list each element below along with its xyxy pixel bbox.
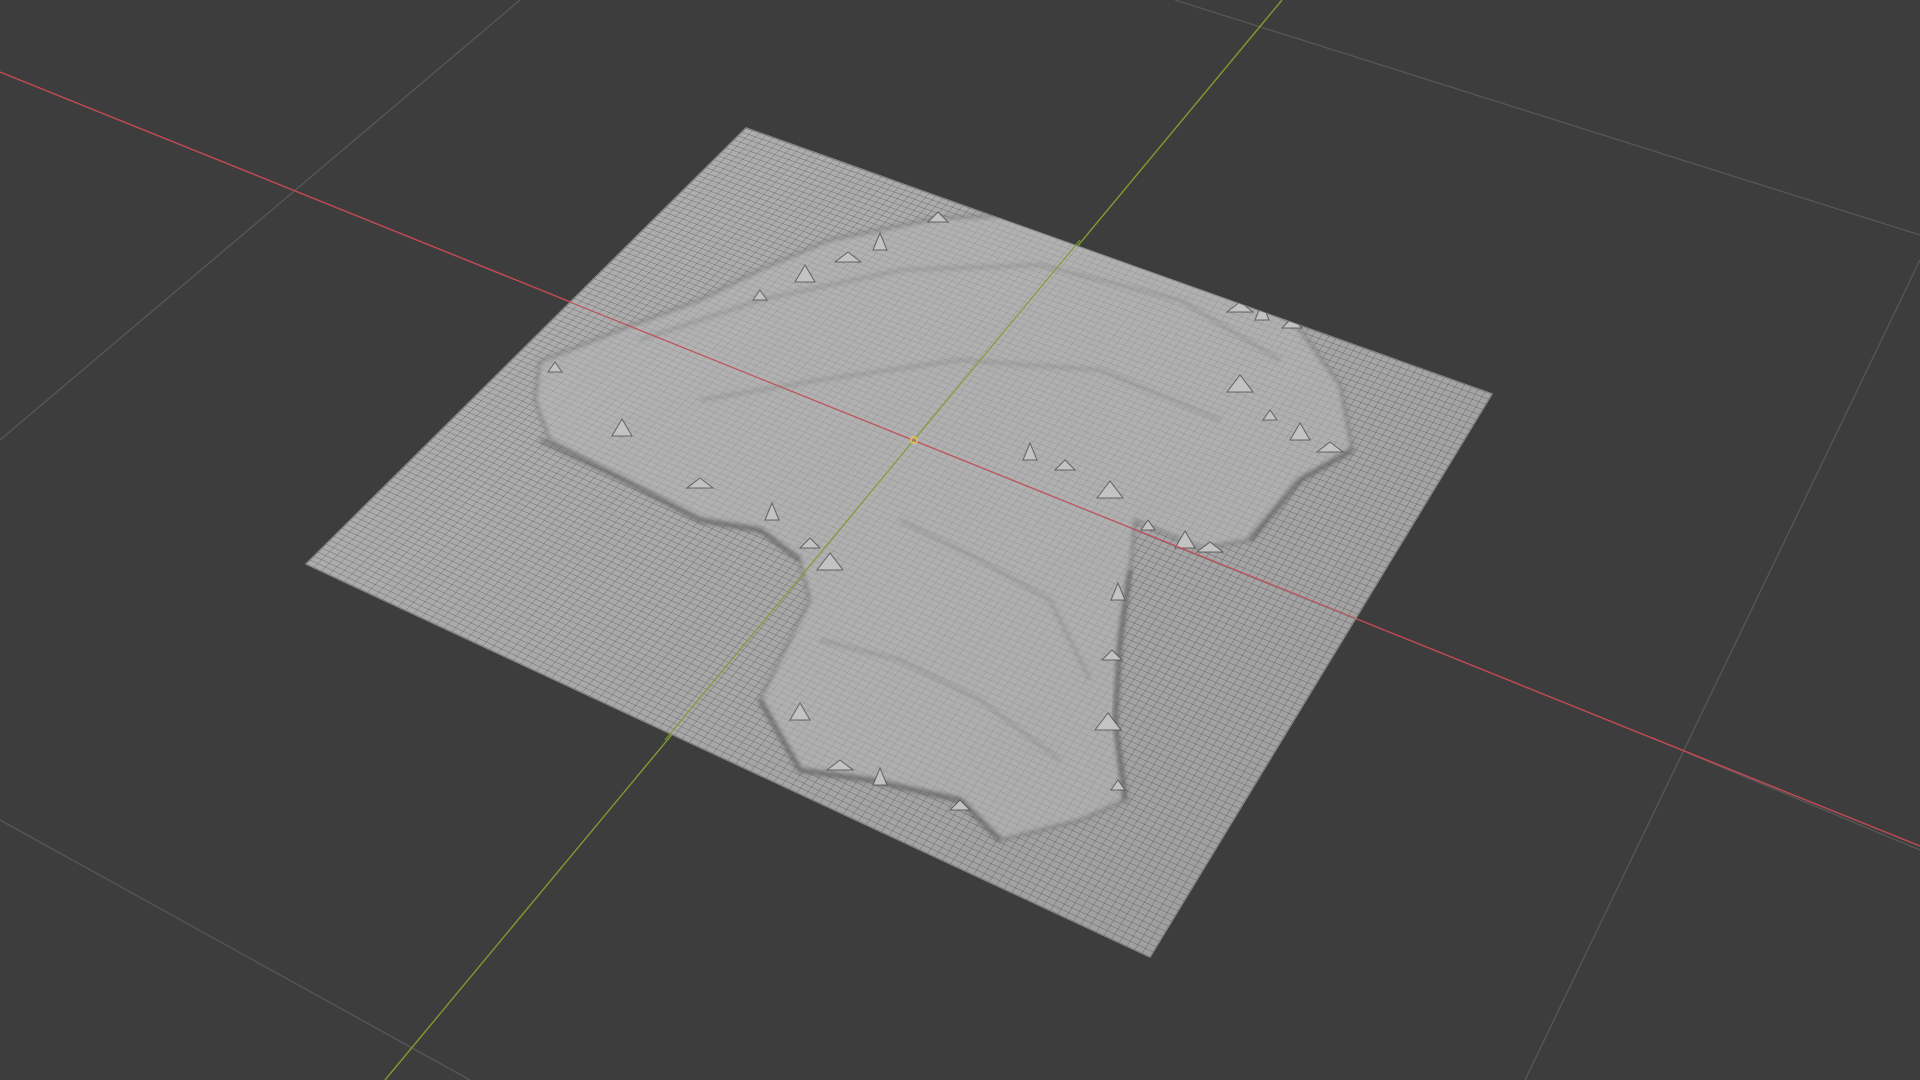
viewport-canvas[interactable] xyxy=(0,0,1920,1080)
grid-line xyxy=(1174,0,1920,236)
terrain-peak xyxy=(1017,204,1047,223)
grid-line xyxy=(1687,752,1920,851)
terrain-peak xyxy=(1172,251,1188,263)
3d-viewport[interactable] xyxy=(0,0,1920,1080)
terrain-peak xyxy=(1201,264,1223,283)
grid-line xyxy=(0,819,471,1080)
displaced-plane-mesh[interactable] xyxy=(305,127,1493,958)
grid-line xyxy=(0,0,521,441)
grid-line xyxy=(1524,259,1920,1080)
